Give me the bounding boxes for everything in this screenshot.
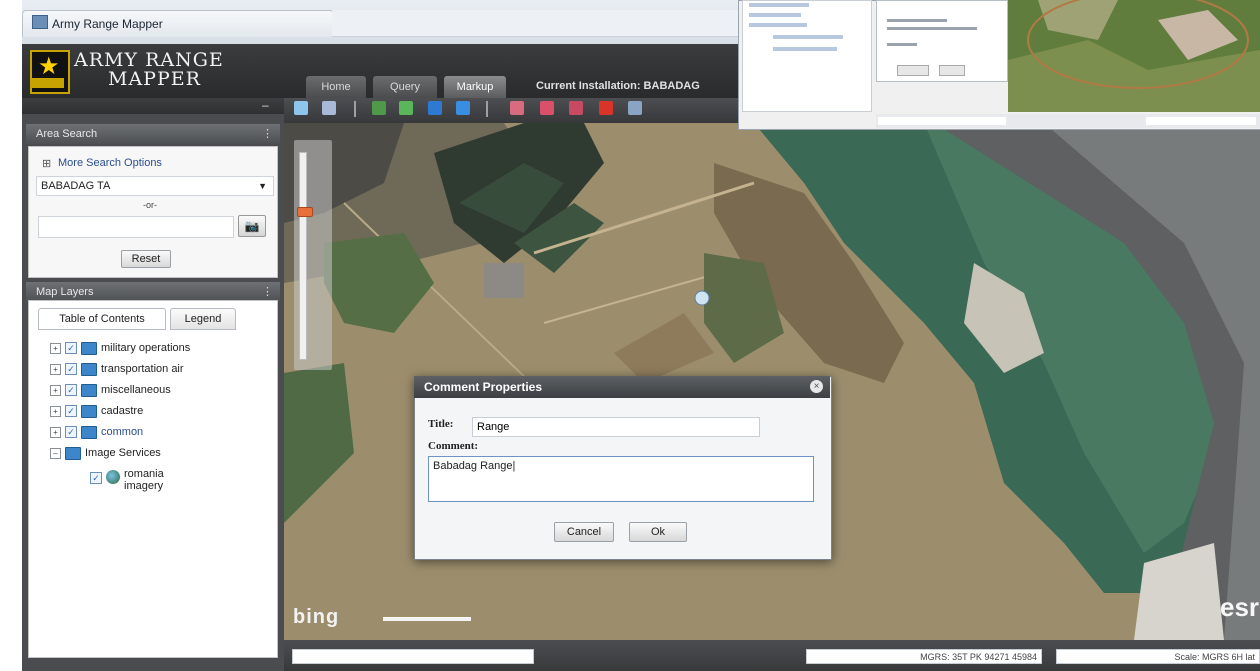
dialog-titlebar: Comment Properties <box>414 376 830 398</box>
inset-status-bar <box>876 114 1260 128</box>
select-tool-icon[interactable] <box>294 101 308 115</box>
current-installation: Current Installation: BABADAG <box>536 80 700 92</box>
globe-icon <box>106 470 120 484</box>
layer-checkbox[interactable]: ✓ <box>65 405 77 417</box>
layer-row-military-operations[interactable]: + ✓ military operations <box>50 339 190 357</box>
expand-icon[interactable]: + <box>50 342 61 354</box>
folder-icon <box>81 425 97 439</box>
app-icon <box>32 15 48 29</box>
layer-label: Image Services <box>85 447 161 459</box>
layer-label: common <box>101 426 144 438</box>
layer-label: cadastre <box>101 405 144 417</box>
area-search-header[interactable]: Area Search <box>26 124 280 144</box>
folder-icon <box>65 446 81 460</box>
toolbar-separator <box>486 101 488 117</box>
tab-markup[interactable]: Markup <box>444 76 506 98</box>
collapse-icon[interactable]: – <box>50 447 61 459</box>
layer-checkbox[interactable]: ✓ <box>65 363 77 375</box>
army-star-icon: ★ <box>38 53 60 80</box>
close-icon[interactable]: × <box>810 380 823 393</box>
layer-checkbox[interactable]: ✓ <box>65 342 77 354</box>
layer-checkbox[interactable]: ✓ <box>65 384 77 396</box>
draw-line-icon[interactable] <box>372 101 386 115</box>
tab-table-of-contents[interactable]: Table of Contents <box>38 308 166 330</box>
zoom-slider-thumb[interactable] <box>297 207 313 218</box>
camera-button[interactable]: 📷 <box>238 215 266 237</box>
folder-icon <box>81 341 97 355</box>
expand-icon[interactable]: + <box>50 363 61 375</box>
zoom-slider-track[interactable] <box>299 152 307 360</box>
layer-checkbox[interactable]: ✓ <box>65 426 77 438</box>
inset-layer-tree <box>742 0 872 112</box>
reset-button[interactable]: Reset <box>121 250 171 268</box>
layer-label: miscellaneous <box>101 384 171 396</box>
toolbar-separator <box>354 101 356 117</box>
layer-label-line1: romania <box>124 468 164 480</box>
dialog-title: Comment Properties <box>424 380 543 394</box>
more-search-options-link[interactable]: More Search Options <box>58 157 162 169</box>
expand-icon[interactable]: ⊞ <box>42 157 51 170</box>
layer-row-image-services[interactable]: – Image Services <box>50 444 161 462</box>
layer-row-cadastre[interactable]: + ✓ cadastre <box>50 402 143 420</box>
esri-logo: esri <box>1220 592 1260 622</box>
layer-row-miscellaneous[interactable]: + ✓ miscellaneous <box>50 381 171 399</box>
clear-icon[interactable] <box>599 101 613 115</box>
layer-label: transportation air <box>101 363 184 375</box>
chevron-down-icon: ▼ <box>258 181 267 191</box>
add-comment-icon[interactable] <box>510 101 524 115</box>
or-label: -or- <box>143 200 157 210</box>
layer-row-transportation-air[interactable]: + ✓ transportation air <box>50 360 184 378</box>
expand-icon[interactable]: + <box>50 384 61 396</box>
area-search-menu-icon[interactable]: ⋮ <box>262 127 273 140</box>
expand-icon[interactable]: + <box>50 426 61 438</box>
export-icon[interactable] <box>628 101 642 115</box>
draw-rectangle-icon[interactable] <box>428 101 442 115</box>
ok-button[interactable]: Ok <box>629 522 687 542</box>
cancel-button[interactable]: Cancel <box>554 522 614 542</box>
layer-label: military operations <box>101 342 191 354</box>
folder-icon <box>81 404 97 418</box>
tab-home[interactable]: Home <box>306 76 366 98</box>
inset-properties-panel <box>876 0 1008 82</box>
draw-polyline-icon[interactable] <box>399 101 413 115</box>
army-logo-band <box>32 78 64 88</box>
inset-map <box>1008 0 1260 112</box>
layer-label: romania imagery <box>124 468 164 492</box>
window-title: Army Range Mapper <box>52 17 163 31</box>
folder-icon <box>81 362 97 376</box>
title-label: Title: <box>428 418 454 430</box>
brand-title-line2: MAPPER <box>108 68 201 90</box>
comment-label: Comment: <box>428 440 479 452</box>
map-layers-menu-icon[interactable]: ⋮ <box>262 285 273 298</box>
layer-label-line2: imagery <box>124 480 164 492</box>
layer-row-common[interactable]: + ✓ common <box>50 423 143 441</box>
installation-select-value: BABADAG TA <box>41 180 111 192</box>
expand-icon[interactable]: + <box>50 405 61 417</box>
layer-row-romania-imagery[interactable]: ✓ romania imagery <box>90 468 164 492</box>
tab-query[interactable]: Query <box>373 76 437 98</box>
status-message <box>292 649 534 664</box>
address-strip <box>332 10 742 37</box>
title-input[interactable] <box>472 417 760 437</box>
folder-icon <box>81 383 97 397</box>
coordinate-readout: MGRS: 35T PK 94271 45984 <box>806 649 1042 664</box>
location-input[interactable] <box>38 216 234 238</box>
scale-bar <box>383 617 471 621</box>
layer-checkbox[interactable]: ✓ <box>90 472 102 484</box>
draw-polygon-icon[interactable] <box>456 101 470 115</box>
tab-legend[interactable]: Legend <box>170 308 236 330</box>
comment-textarea[interactable]: Babadag Range| <box>428 456 814 502</box>
measure-tool-icon[interactable] <box>322 101 336 115</box>
collapse-icon[interactable]: – <box>262 98 269 112</box>
left-panel-header <box>22 98 284 114</box>
delete-comment-icon[interactable] <box>569 101 583 115</box>
map-layers-header[interactable]: Map Layers <box>26 282 280 302</box>
installation-select[interactable]: BABADAG TA ▼ <box>36 176 274 196</box>
scale-readout: Scale: MGRS 6H lat <box>1056 649 1260 664</box>
edit-comment-icon[interactable] <box>540 101 554 115</box>
bing-logo: bing <box>293 606 340 628</box>
